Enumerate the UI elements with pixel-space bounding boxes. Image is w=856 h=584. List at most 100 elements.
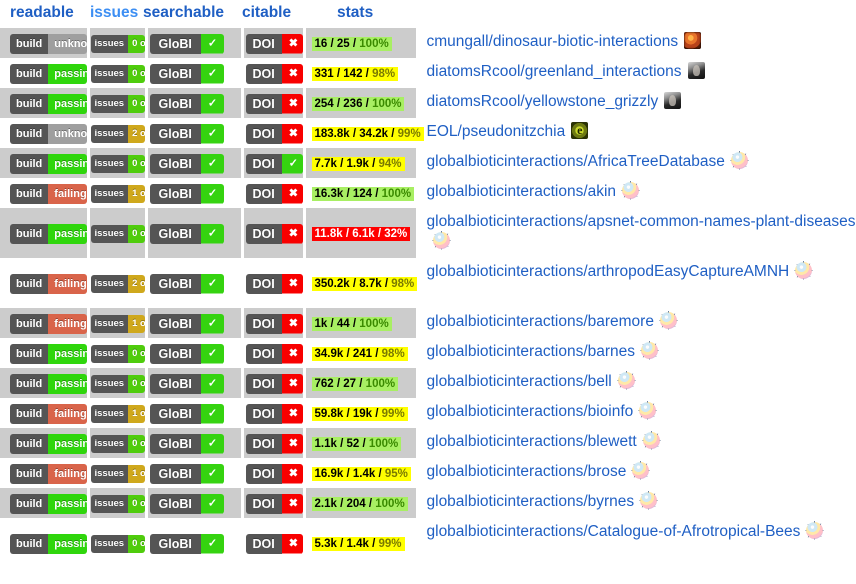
doi-citable-badge[interactable]: DOI ✖: [245, 494, 303, 514]
repository-link[interactable]: globalbioticinteractions/blewett: [427, 433, 637, 450]
doi-citable-badge[interactable]: DOI ✖: [245, 224, 303, 244]
issues-badge[interactable]: issues0 open: [90, 345, 145, 363]
build-status-badge[interactable]: build failing: [10, 274, 87, 294]
globi-searchable-badge[interactable]: GloBI ✓: [149, 124, 225, 144]
repository-link[interactable]: diatomsRcool/yellowstone_grizzly: [427, 93, 659, 110]
repository-link[interactable]: EOL/pseudonitzchia: [427, 123, 566, 140]
badge-label: DOI: [245, 374, 282, 394]
globi-searchable-badge[interactable]: GloBI ✓: [149, 154, 225, 174]
build-status-badge[interactable]: buildpassing: [10, 154, 87, 174]
globi-searchable-badge[interactable]: GloBI ✓: [149, 494, 225, 514]
issues-badge[interactable]: issues0 open: [90, 155, 145, 173]
doi-citable-badge[interactable]: DOI ✖: [245, 404, 303, 424]
doi-citable-badge[interactable]: DOI ✓: [245, 154, 303, 174]
build-status-badge[interactable]: buildunknown: [10, 34, 87, 54]
issues-badge[interactable]: issues0 open: [90, 435, 145, 453]
build-status-badge[interactable]: buildpassing: [10, 64, 87, 84]
doi-citable-badge[interactable]: DOI ✖: [245, 274, 303, 294]
badge-label: DOI: [245, 184, 282, 204]
doi-citable-badge[interactable]: DOI ✖: [245, 94, 303, 114]
build-status-badge[interactable]: buildpassing: [10, 534, 87, 554]
globi-searchable-badge[interactable]: GloBI ✓: [149, 224, 225, 244]
stats-badge: 331 / 142 / 98%: [311, 67, 399, 81]
issues-badge[interactable]: issues0 open: [90, 375, 145, 393]
cell-stats: 254 / 236 / 100%: [304, 88, 419, 118]
globi-searchable-badge[interactable]: GloBI ✓: [149, 274, 225, 294]
build-status-badge[interactable]: buildpassing: [10, 494, 87, 514]
cell-citable: DOI ✓: [242, 148, 306, 178]
build-status-badge[interactable]: buildunknown: [10, 124, 87, 144]
globi-searchable-badge[interactable]: GloBI ✓: [149, 464, 225, 484]
cell-stats: 350.2k / 8.7k / 98%: [304, 258, 419, 308]
header-link-citable[interactable]: citable: [242, 4, 291, 22]
cell-repository: globalbioticinteractions/barnes: [417, 338, 856, 368]
doi-citable-badge[interactable]: DOI ✖: [245, 64, 303, 84]
repository-link[interactable]: diatomsRcool/greenland_interactions: [427, 63, 682, 80]
globi-searchable-badge[interactable]: GloBI ✓: [149, 94, 225, 114]
issues-badge[interactable]: issues1 open: [90, 315, 145, 333]
repository-link[interactable]: globalbioticinteractions/apsnet-common-n…: [427, 213, 856, 230]
build-status-badge[interactable]: buildpassing: [10, 434, 87, 454]
repository-link[interactable]: globalbioticinteractions/bell: [427, 373, 612, 390]
repository-link[interactable]: globalbioticinteractions/brose: [427, 463, 627, 480]
doi-citable-badge[interactable]: DOI ✖: [245, 34, 303, 54]
issues-badge[interactable]: issues1 open: [90, 185, 145, 203]
badge-label: issues: [90, 225, 129, 243]
issues-badge[interactable]: issues1 open: [90, 465, 145, 483]
repository-link[interactable]: globalbioticinteractions/bioinfo: [427, 403, 634, 420]
stats-separator: /: [333, 98, 344, 110]
header-link-stats[interactable]: stats: [337, 4, 373, 22]
globi-searchable-badge[interactable]: GloBI ✓: [149, 344, 225, 364]
build-status-badge[interactable]: build failing: [10, 314, 87, 334]
doi-citable-badge[interactable]: DOI ✖: [245, 124, 303, 144]
repository-link[interactable]: globalbioticinteractions/akin: [427, 183, 617, 200]
doi-citable-badge[interactable]: DOI ✖: [245, 374, 303, 394]
doi-citable-badge[interactable]: DOI ✖: [245, 434, 303, 454]
build-status-badge[interactable]: buildpassing: [10, 224, 87, 244]
header-link-issues[interactable]: issues: [90, 4, 138, 22]
cell-searchable: GloBI ✓: [146, 148, 244, 178]
repository-link[interactable]: cmungall/dinosaur-biotic-interactions: [427, 33, 679, 50]
issues-badge[interactable]: issues0 open: [90, 495, 145, 513]
build-status-badge[interactable]: build failing: [10, 464, 87, 484]
stats-separator: /: [333, 378, 344, 390]
doi-citable-badge[interactable]: DOI ✖: [245, 534, 303, 554]
repository-link[interactable]: globalbioticinteractions/baremore: [427, 313, 654, 330]
repository-link[interactable]: globalbioticinteractions/byrnes: [427, 493, 635, 510]
issues-badge[interactable]: issues1 open: [90, 405, 145, 423]
repository-link[interactable]: globalbioticinteractions/barnes: [427, 343, 636, 360]
globi-searchable-badge[interactable]: GloBI ✓: [149, 34, 225, 54]
build-status-badge[interactable]: build failing: [10, 184, 87, 204]
badge-value: 2 open: [128, 275, 145, 293]
doi-citable-badge[interactable]: DOI ✖: [245, 184, 303, 204]
doi-citable-badge[interactable]: DOI ✖: [245, 314, 303, 334]
badge-value: 0 open: [128, 435, 145, 453]
issues-badge[interactable]: issues0 open: [90, 65, 145, 83]
doi-citable-badge[interactable]: DOI ✖: [245, 344, 303, 364]
globi-searchable-badge[interactable]: GloBI ✓: [149, 314, 225, 334]
globi-searchable-badge[interactable]: GloBI ✓: [149, 64, 225, 84]
build-status-badge[interactable]: buildpassing: [10, 374, 87, 394]
header-link-searchable[interactable]: searchable: [143, 4, 224, 22]
repository-link[interactable]: globalbioticinteractions/Catalogue-of-Af…: [427, 523, 801, 540]
build-status-badge[interactable]: build failing: [10, 404, 87, 424]
header-link-readable[interactable]: readable: [10, 4, 74, 22]
globi-searchable-badge[interactable]: GloBI ✓: [149, 404, 225, 424]
issues-badge[interactable]: issues2 open: [90, 125, 145, 143]
doi-citable-badge[interactable]: DOI ✖: [245, 464, 303, 484]
globi-searchable-badge[interactable]: GloBI ✓: [149, 534, 225, 554]
issues-badge[interactable]: issues0 open: [90, 95, 145, 113]
cell-stats: 16 / 25 / 100%: [304, 28, 419, 58]
build-status-badge[interactable]: buildpassing: [10, 94, 87, 114]
issues-badge[interactable]: issues0 open: [90, 535, 145, 553]
globi-searchable-badge[interactable]: GloBI ✓: [149, 434, 225, 454]
issues-badge[interactable]: issues0 open: [90, 225, 145, 243]
repository-link[interactable]: globalbioticinteractions/arthropodEasyCa…: [427, 263, 790, 280]
issues-badge[interactable]: issues0 open: [90, 35, 145, 53]
issues-badge[interactable]: issues2 open: [90, 275, 145, 293]
globi-searchable-badge[interactable]: GloBI ✓: [149, 374, 225, 394]
repository-link[interactable]: globalbioticinteractions/AfricaTreeDatab…: [427, 153, 725, 170]
build-status-badge[interactable]: buildpassing: [10, 344, 87, 364]
badge-status-icon: ✖: [281, 494, 303, 514]
globi-searchable-badge[interactable]: GloBI ✓: [149, 184, 225, 204]
